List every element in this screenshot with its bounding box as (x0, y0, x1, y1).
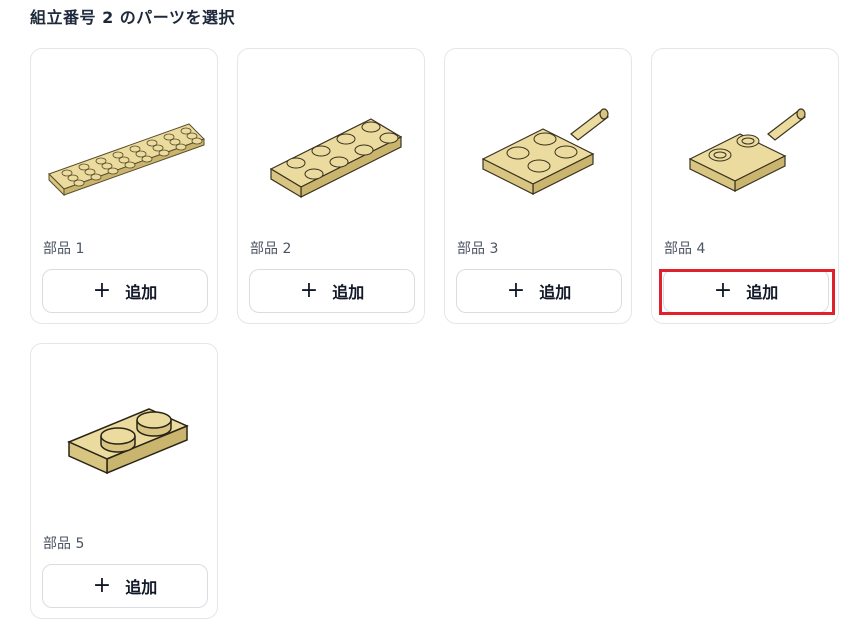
add-part-1-button[interactable]: + 追加 (42, 269, 208, 313)
part-image-1 (39, 59, 209, 219)
add-part-5-button[interactable]: + 追加 (42, 564, 208, 608)
add-button-label: 追加 (125, 283, 158, 302)
part-label-5: 部品 5 (43, 536, 85, 552)
plus-icon: + (713, 278, 733, 303)
part-card-4: 部品 4 + 追加 (651, 48, 839, 324)
add-button-label: 追加 (125, 578, 158, 597)
part-image-3 (453, 59, 623, 219)
part-image-5 (39, 354, 209, 514)
part-label-2: 部品 2 (250, 241, 292, 257)
part-image-2 (246, 59, 416, 219)
plus-icon: + (506, 278, 526, 303)
plus-icon: + (92, 573, 112, 598)
part-card-3: 部品 3 + 追加 (444, 48, 632, 324)
part-card-5: 部品 5 + 追加 (30, 343, 218, 619)
page-title: 組立番号 2 のパーツを選択 (30, 8, 235, 27)
lego-plate-4x8-icon (48, 123, 205, 197)
plus-icon: + (92, 278, 112, 303)
part-card-1: 部品 1 + 追加 (30, 48, 218, 324)
lego-plate-2x4-icon (269, 118, 403, 199)
add-button-label: 追加 (332, 283, 365, 302)
lego-plate-2x2-with-pin-icon (481, 108, 609, 195)
plus-icon: + (299, 278, 319, 303)
add-part-3-button[interactable]: + 追加 (456, 269, 622, 313)
add-part-4-button[interactable]: + 追加 (663, 269, 829, 313)
lego-plate-with-pin-icon (688, 108, 806, 192)
lego-plate-1x2-icon (67, 408, 189, 475)
part-image-4 (660, 59, 830, 219)
add-button-label: 追加 (539, 283, 572, 302)
part-label-3: 部品 3 (457, 241, 499, 257)
part-card-2: 部品 2 + 追加 (237, 48, 425, 324)
part-label-1: 部品 1 (43, 241, 85, 257)
part-label-4: 部品 4 (664, 241, 706, 257)
add-part-2-button[interactable]: + 追加 (249, 269, 415, 313)
add-button-label: 追加 (746, 283, 779, 302)
